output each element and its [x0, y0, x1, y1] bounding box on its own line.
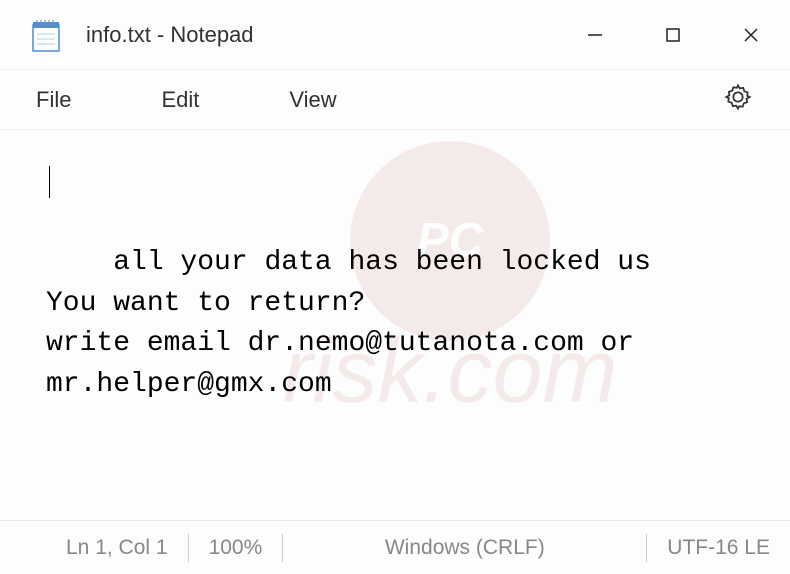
titlebar: info.txt - Notepad — [0, 0, 790, 70]
notepad-window: PC risk.com info.txt - Notepad — [0, 0, 790, 574]
status-position: Ln 1, Col 1 — [46, 521, 188, 574]
settings-button[interactable] — [716, 75, 760, 124]
window-controls — [556, 0, 790, 69]
menu-view[interactable]: View — [289, 87, 336, 113]
document-content: all your data has been locked us You wan… — [46, 247, 651, 400]
close-button[interactable] — [712, 0, 790, 69]
notepad-icon — [30, 19, 62, 51]
minimize-button[interactable] — [556, 0, 634, 69]
status-encoding: UTF-16 LE — [647, 521, 790, 574]
maximize-button[interactable] — [634, 0, 712, 69]
statusbar: Ln 1, Col 1 100% Windows (CRLF) UTF-16 L… — [0, 520, 790, 574]
menubar: File Edit View — [0, 70, 790, 130]
gear-icon — [724, 83, 752, 111]
status-zoom: 100% — [189, 521, 283, 574]
text-editor[interactable]: all your data has been locked us You wan… — [0, 130, 790, 510]
menu-file[interactable]: File — [36, 87, 71, 113]
status-lineending: Windows (CRLF) — [283, 521, 646, 574]
menu-edit[interactable]: Edit — [161, 87, 199, 113]
text-cursor — [49, 166, 50, 198]
window-title: info.txt - Notepad — [86, 22, 556, 48]
